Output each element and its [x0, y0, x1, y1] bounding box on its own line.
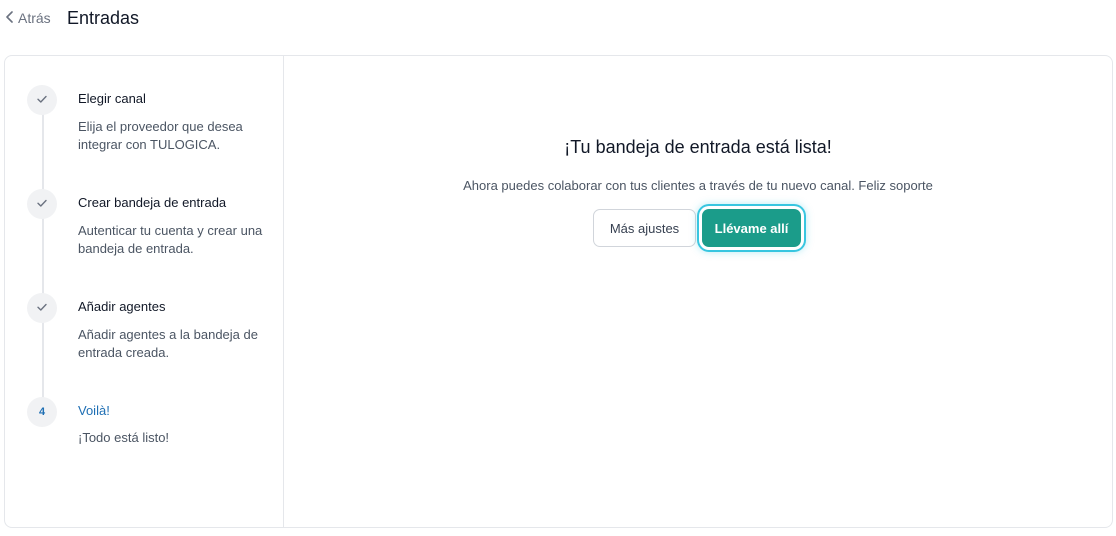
check-icon — [36, 93, 48, 108]
step-title: Crear bandeja de entrada — [78, 195, 227, 210]
step-marker — [27, 85, 57, 115]
top-bar: Atrás Entradas — [0, 0, 1116, 40]
steps-connector-line — [42, 112, 44, 412]
step-title: Voilà! — [78, 403, 110, 418]
steps-panel: Elegir canal Elija el proveedor que dese… — [5, 56, 284, 527]
success-headline: ¡Tu bandeja de entrada está lista! — [564, 137, 832, 157]
page-title: Entradas — [67, 8, 140, 28]
step-description: Añadir agentes a la bandeja de entrada c… — [78, 327, 258, 360]
check-icon — [36, 197, 48, 212]
back-button[interactable]: Atrás — [5, 10, 51, 26]
step-description: ¡Todo está listo! — [78, 430, 170, 445]
step-description: Elija el proveedor que desea integrar co… — [78, 119, 243, 152]
check-icon — [36, 301, 48, 316]
success-panel: ¡Tu bandeja de entrada está lista! Ahora… — [284, 56, 1112, 527]
step-description: Autenticar tu cuenta y crear una bandeja… — [78, 223, 263, 256]
step-marker — [27, 293, 57, 323]
take-me-there-button[interactable]: Llévame allí — [702, 209, 801, 247]
chevron-left-icon — [5, 10, 14, 26]
back-label: Atrás — [18, 10, 51, 26]
more-settings-button[interactable]: Más ajustes — [593, 209, 696, 247]
setup-card: Elegir canal Elija el proveedor que dese… — [4, 55, 1113, 528]
step-marker — [27, 189, 57, 219]
step-title: Elegir canal — [78, 91, 146, 106]
step-number-marker: 4 — [27, 397, 57, 427]
step-title: Añadir agentes — [78, 299, 166, 314]
success-subline: Ahora puedes colaborar con tus clientes … — [463, 178, 933, 193]
